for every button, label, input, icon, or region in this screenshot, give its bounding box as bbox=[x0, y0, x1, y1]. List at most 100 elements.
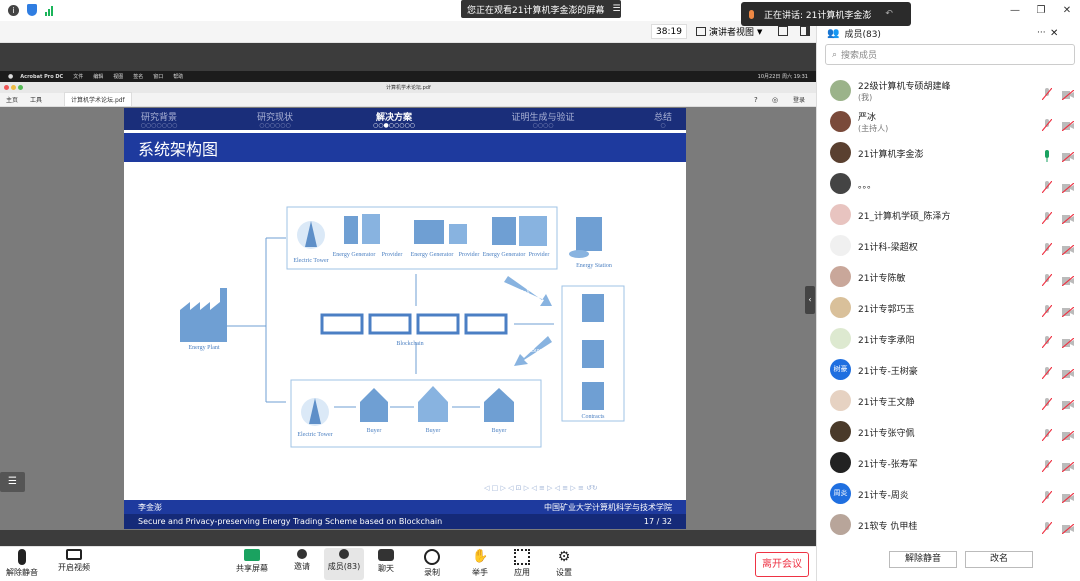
acrobat-doc-tab[interactable]: 计算机学术论坛.pdf bbox=[64, 92, 132, 107]
view-mode-dropdown[interactable]: 演讲者视图 ▼ bbox=[696, 24, 762, 39]
video-off-icon[interactable] bbox=[1061, 271, 1075, 287]
video-off-icon[interactable] bbox=[1061, 364, 1075, 380]
apps-button[interactable]: 应用 bbox=[502, 549, 542, 578]
mic-off-icon[interactable] bbox=[1041, 457, 1053, 473]
raise-hand-button[interactable]: ✋ 举手 bbox=[460, 549, 500, 578]
video-off-icon[interactable] bbox=[1061, 178, 1075, 194]
fullscreen-icon[interactable] bbox=[778, 26, 788, 36]
member-row[interactable]: 21计专王文静 bbox=[817, 385, 1080, 416]
mic-on-icon[interactable] bbox=[1042, 147, 1052, 162]
member-row[interactable]: 21计专李承阳 bbox=[817, 323, 1080, 354]
member-name: 21软专 仇甲桂 bbox=[858, 522, 918, 532]
beamer-nav-icons[interactable]: ◁ □ ▷ ◁ ⊡ ▷ ◁ ≡ ▷ ◁ ≡ ▷ ≡ ↺↻ bbox=[484, 484, 598, 492]
acrobat-login[interactable]: 登录 bbox=[793, 95, 805, 104]
member-search-input[interactable]: ⌕ 搜索成员 bbox=[825, 44, 1075, 65]
video-off-icon[interactable] bbox=[1061, 240, 1075, 256]
panel-collapse-handle[interactable]: ‹ bbox=[805, 286, 815, 314]
members-button[interactable]: 成员(83) bbox=[324, 548, 364, 580]
video-off-icon[interactable] bbox=[1061, 519, 1075, 535]
member-row[interactable]: 树豪 21计专-王树豪 bbox=[817, 354, 1080, 385]
share-screen-button[interactable]: 共享屏幕 bbox=[232, 549, 272, 574]
member-row[interactable]: 21软专 仇甲桂 bbox=[817, 509, 1080, 540]
label-contracts: Contracts bbox=[582, 414, 606, 420]
help-icon[interactable]: ? bbox=[754, 96, 758, 104]
nav-section-summary[interactable]: 总结 ○ bbox=[648, 110, 678, 129]
video-off-icon[interactable] bbox=[1061, 333, 1075, 349]
panel-close-icon[interactable]: ✕ bbox=[1050, 28, 1058, 39]
record-button[interactable]: 录制 bbox=[412, 549, 452, 578]
sidebar-toggle-icon[interactable] bbox=[800, 26, 810, 36]
member-name: 21计专-张寿军 bbox=[858, 460, 918, 470]
member-row[interactable]: 。。。 bbox=[817, 168, 1080, 199]
nav-section-status[interactable]: 研究现状 ○○○○○○ bbox=[250, 110, 300, 129]
leave-meeting-button[interactable]: 离开会议 bbox=[755, 552, 809, 577]
member-row[interactable]: 21计算机李金澎 bbox=[817, 137, 1080, 168]
close-icon[interactable]: ✕ bbox=[1054, 5, 1080, 16]
buyer-house-2-icon bbox=[418, 386, 448, 422]
member-row[interactable]: 21计专张守佩 bbox=[817, 416, 1080, 447]
member-row[interactable]: 周炎 21计专-周炎 bbox=[817, 478, 1080, 509]
member-row[interactable]: 严冰 (主持人) bbox=[817, 106, 1080, 137]
slide-title: 系统架构图 bbox=[124, 133, 686, 162]
settings-button[interactable]: ⚙ 设置 bbox=[544, 549, 584, 578]
mic-off-icon[interactable] bbox=[1041, 395, 1053, 411]
member-row[interactable]: 22级计算机专硕胡建峰 (我) bbox=[817, 75, 1080, 106]
users-icon: 👥 bbox=[827, 27, 840, 39]
shield-icon[interactable] bbox=[27, 4, 37, 16]
nav-section-background[interactable]: 研究背景 ○○○○○○○ bbox=[134, 110, 184, 129]
video-off-icon[interactable] bbox=[1061, 302, 1075, 318]
panel-unmute-button[interactable]: 解除静音 bbox=[889, 551, 957, 568]
mic-off-icon[interactable] bbox=[1041, 488, 1053, 504]
nav-section-solution[interactable]: 解决方案 ○○●○○○○○ bbox=[367, 110, 421, 129]
chat-button[interactable]: 聊天 bbox=[366, 549, 406, 574]
meeting-timer: 38:19 bbox=[651, 24, 687, 39]
info-icon[interactable]: i bbox=[8, 4, 19, 16]
member-row[interactable]: 21计专郭巧玉 bbox=[817, 292, 1080, 323]
rename-button[interactable]: 改名 bbox=[965, 551, 1033, 568]
label-provider-2: Provider bbox=[459, 252, 480, 258]
minimize-icon[interactable]: — bbox=[1002, 5, 1028, 16]
member-row[interactable]: 21_计算机学硕_陈泽方 bbox=[817, 199, 1080, 230]
invite-button[interactable]: 邀请 bbox=[282, 549, 322, 572]
start-video-button[interactable]: 开启视频 bbox=[54, 549, 94, 573]
chat-icon bbox=[378, 549, 394, 561]
more-icon[interactable]: ··· bbox=[1037, 28, 1046, 38]
mic-off-icon[interactable] bbox=[1041, 85, 1053, 101]
video-off-icon[interactable] bbox=[1061, 426, 1075, 442]
signal-icon[interactable] bbox=[45, 5, 53, 16]
mic-off-icon[interactable] bbox=[1041, 519, 1053, 535]
video-off-icon[interactable] bbox=[1061, 488, 1075, 504]
mic-off-icon[interactable] bbox=[1041, 116, 1053, 132]
mic-off-icon[interactable] bbox=[1041, 333, 1053, 349]
restore-icon[interactable]: ❐ bbox=[1028, 5, 1054, 16]
mic-off-icon[interactable] bbox=[1041, 302, 1053, 318]
member-row[interactable]: 21计科-梁超权 bbox=[817, 230, 1080, 261]
mic-off-icon[interactable] bbox=[1041, 209, 1053, 225]
architecture-diagram: Electric Tower Energy Generator Provider… bbox=[180, 206, 625, 448]
video-off-icon[interactable] bbox=[1061, 85, 1075, 101]
slide-school: 中国矿业大学计算机科学与技术学院 bbox=[544, 502, 672, 512]
member-name: 22级计算机专硕胡建峰 bbox=[858, 82, 951, 92]
list-icon[interactable]: ☰ bbox=[0, 472, 25, 492]
video-off-icon[interactable] bbox=[1061, 147, 1075, 163]
video-off-icon[interactable] bbox=[1061, 116, 1075, 132]
members-panel: 👥 成员(83) ··· ✕ ⌕ 搜索成员 22级计算机专硕胡建峰 (我) 严冰 (主… bbox=[816, 21, 1080, 581]
menu-icon[interactable]: ☰ bbox=[612, 4, 620, 14]
mic-off-icon[interactable] bbox=[1041, 426, 1053, 442]
mic-off-icon[interactable] bbox=[1041, 240, 1053, 256]
mic-off-icon[interactable] bbox=[1041, 271, 1053, 287]
unmute-button[interactable]: 解除静音 bbox=[2, 549, 42, 578]
mic-off-icon[interactable] bbox=[1041, 178, 1053, 194]
acrobat-home-tab[interactable]: 主页 bbox=[6, 95, 18, 104]
mic-off-icon[interactable] bbox=[1041, 364, 1053, 380]
member-row[interactable]: 21计专-张寿军 bbox=[817, 447, 1080, 478]
acrobat-tools-tab[interactable]: 工具 bbox=[30, 95, 42, 104]
member-row[interactable]: 21计专陈敏 bbox=[817, 261, 1080, 292]
nav-section-proof[interactable]: 证明生成与验证 ○○○○ bbox=[508, 110, 578, 129]
apple-icon: ● bbox=[8, 73, 14, 80]
video-off-icon[interactable] bbox=[1061, 457, 1075, 473]
video-off-icon[interactable] bbox=[1061, 395, 1075, 411]
video-off-icon[interactable] bbox=[1061, 209, 1075, 225]
bell-icon[interactable]: ◎ bbox=[772, 96, 778, 104]
collapse-icon[interactable]: ↶ bbox=[885, 9, 893, 19]
